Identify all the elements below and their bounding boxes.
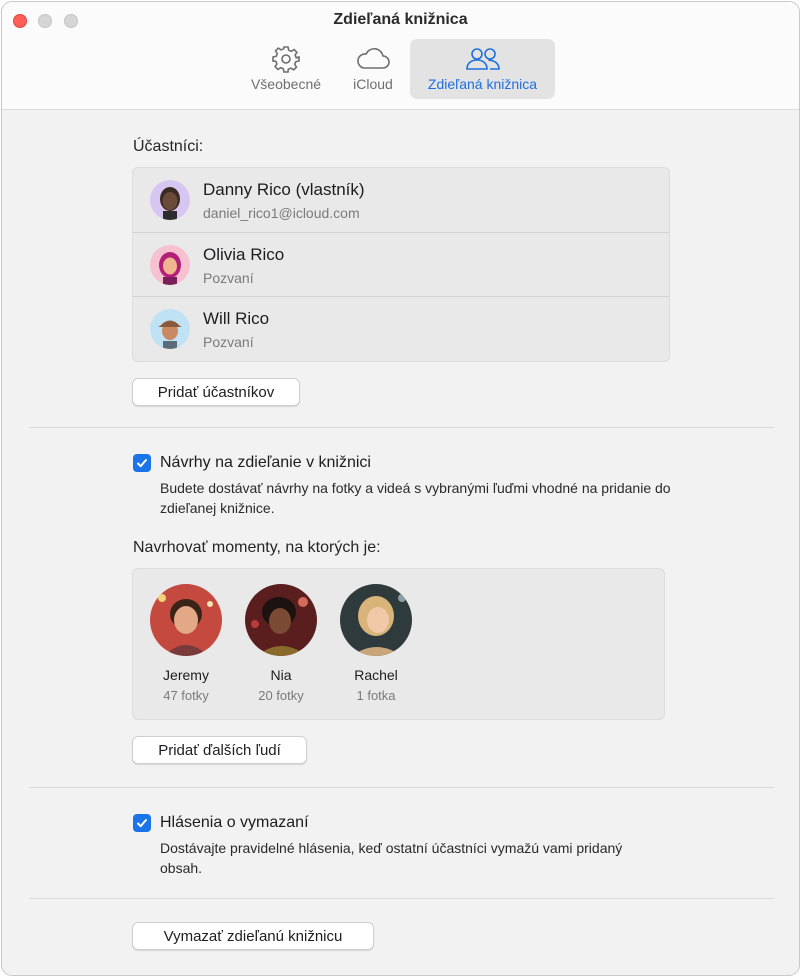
participants-heading: Účastníci:	[133, 138, 204, 155]
people-panel: Jeremy 47 fotky Nia 20 fotky Rachel 1 fo…	[132, 568, 665, 720]
moments-heading: Navrhovať momenty, na ktorých je:	[133, 539, 381, 556]
person-photo	[340, 584, 412, 656]
participant-email: daniel_rico1@icloud.com	[203, 205, 360, 221]
tab-icloud-label: iCloud	[353, 76, 393, 92]
participants-list: Danny Rico (vlastník) daniel_rico1@iclou…	[132, 167, 670, 362]
person-name: Nia	[270, 667, 292, 683]
participant-name: Danny Rico (vlastník)	[203, 180, 365, 199]
add-more-people-button[interactable]: Pridať ďalších ľudí	[132, 736, 307, 764]
tab-general-label: Všeobecné	[250, 76, 322, 92]
person-name: Rachel	[354, 667, 398, 683]
deletion-reports-description: Dostávajte pravidelné hlásenia, keď osta…	[160, 840, 623, 876]
avatar	[150, 180, 190, 220]
suggestions-checkbox[interactable]	[133, 454, 151, 472]
person-photo	[245, 584, 317, 656]
person-item[interactable]: Jeremy 47 fotky	[141, 584, 231, 703]
deletion-reports-title: Hlásenia o vymazaní	[160, 814, 309, 831]
gear-icon	[272, 46, 300, 73]
tab-shared-library-label: Zdieľaná knižnica	[427, 76, 538, 92]
person-name: Jeremy	[163, 667, 209, 683]
participant-status: Pozvaní	[203, 334, 254, 350]
person-photo-count: 20 fotky	[258, 688, 304, 703]
suggestions-description: Budete dostávať návrhy na fotky a videá …	[160, 480, 671, 516]
participant-row[interactable]: Will Rico Pozvaní	[133, 296, 669, 360]
checkmark-icon	[137, 459, 147, 468]
checkmark-icon	[137, 819, 147, 828]
person-photo-count: 1 fotka	[356, 688, 396, 703]
add-participants-button[interactable]: Pridať účastníkov	[132, 378, 300, 406]
window-title: Zdieľaná knižnica	[333, 11, 468, 28]
deletion-reports-checkbox[interactable]	[133, 814, 151, 832]
people-icon	[465, 48, 500, 70]
toolbar: Zdieľaná knižnica Všeobecné iCloud Zdieľ…	[2, 2, 799, 110]
participant-name: Will Rico	[203, 309, 270, 328]
participant-row[interactable]: Olivia Rico Pozvaní	[133, 232, 669, 296]
person-photo-count: 47 fotky	[163, 688, 209, 703]
settings-window: Zdieľaná knižnica Všeobecné iCloud Zdieľ…	[1, 1, 800, 976]
tab-shared-library[interactable]: Zdieľaná knižnica	[410, 39, 555, 99]
divider	[29, 427, 774, 428]
tab-icloud[interactable]: iCloud	[340, 39, 406, 99]
person-item[interactable]: Nia 20 fotky	[236, 584, 326, 703]
suggestions-title: Návrhy na zdieľanie v knižnici	[160, 454, 371, 471]
participant-row[interactable]: Danny Rico (vlastník) daniel_rico1@iclou…	[133, 168, 669, 232]
divider	[29, 898, 774, 899]
person-photo	[150, 584, 222, 656]
delete-shared-library-button[interactable]: Vymazať zdieľanú knižnicu	[132, 922, 374, 950]
avatar	[150, 309, 190, 349]
participant-status: Pozvaní	[203, 270, 254, 286]
divider	[29, 787, 774, 788]
participant-name: Olivia Rico	[203, 245, 285, 264]
cloud-icon	[357, 48, 390, 69]
avatar	[150, 245, 190, 285]
tab-general[interactable]: Všeobecné	[240, 39, 332, 99]
person-item[interactable]: Rachel 1 fotka	[331, 584, 421, 703]
